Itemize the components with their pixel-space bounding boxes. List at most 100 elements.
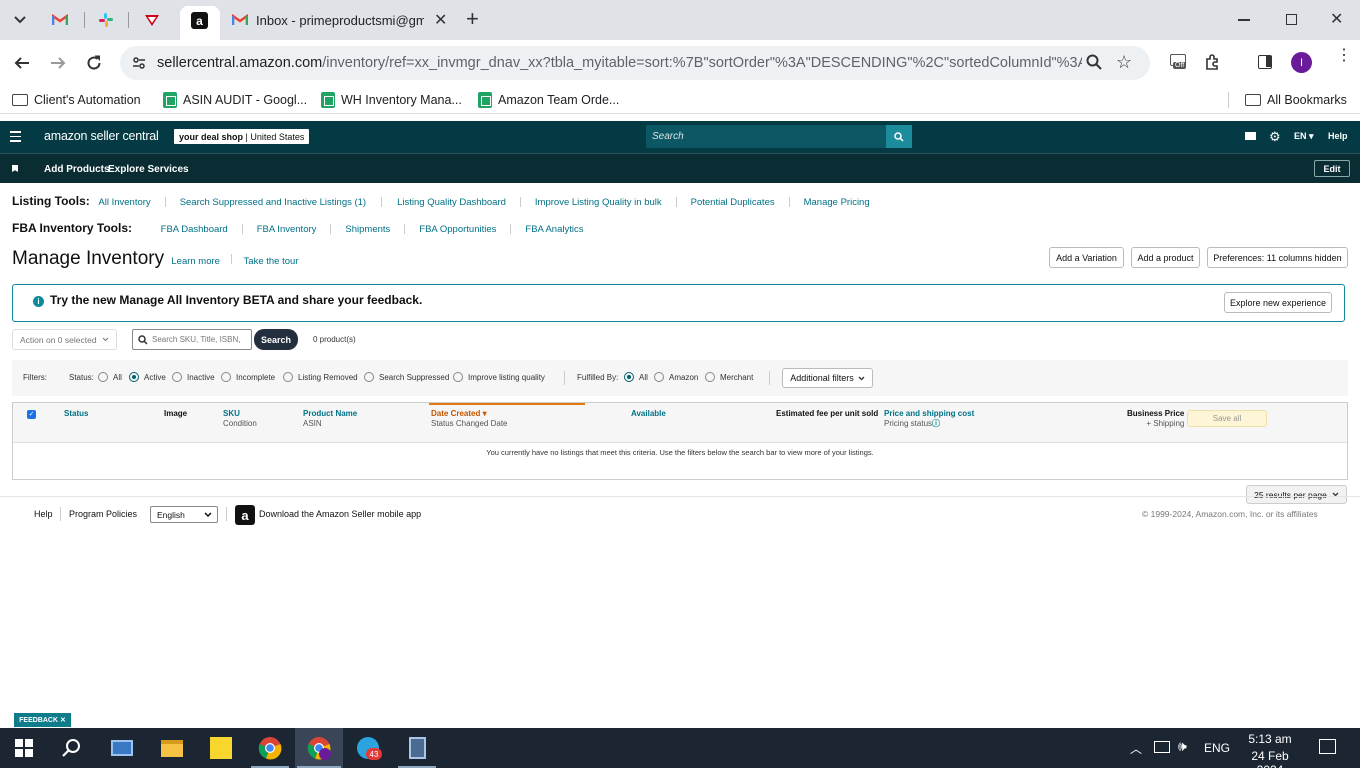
maximize-button[interactable] (1286, 14, 1297, 25)
fba-analytics-link[interactable]: FBA Analytics (525, 224, 583, 235)
status-radio-inactive[interactable]: Inactive (172, 372, 215, 383)
settings-gear-icon[interactable]: ⚙ (1269, 129, 1281, 145)
search-button[interactable] (886, 125, 912, 148)
shipments-link[interactable]: Shipments (345, 224, 390, 235)
program-policies-link[interactable]: Program Policies (69, 509, 137, 519)
bookmark-pin-icon[interactable] (12, 165, 18, 172)
side-panel-icon[interactable] (1258, 55, 1272, 69)
column-price[interactable]: Price and shipping cost Pricing statusⓘ (884, 409, 974, 429)
inventory-search-input[interactable]: Search SKU, Title, ISBN, (132, 329, 252, 350)
improve-listing-link[interactable]: Improve Listing Quality in bulk (535, 197, 662, 208)
minimize-button[interactable] (1238, 19, 1250, 21)
profile-avatar[interactable]: I (1291, 52, 1312, 73)
fba-inventory-link[interactable]: FBA Inventory (257, 224, 317, 235)
telegram-icon[interactable]: 43 (356, 736, 382, 760)
chrome-icon[interactable] (258, 736, 282, 760)
save-all-button[interactable]: Save all (1187, 410, 1267, 427)
manage-pricing-link[interactable]: Manage Pricing (804, 197, 870, 208)
chrome-profile-icon[interactable] (307, 736, 331, 760)
tab-inbox[interactable]: Inbox - primeproductsmi@gma ✕ (224, 6, 456, 34)
status-radio-all[interactable]: All (98, 372, 122, 383)
extensions-puzzle-icon[interactable] (1204, 53, 1222, 74)
mail-icon[interactable] (1245, 132, 1256, 140)
tab-vpn[interactable] (140, 6, 164, 34)
footer-help-link[interactable]: Help (34, 509, 53, 519)
bookmark-asin-audit[interactable]: ASIN AUDIT - Googl... (163, 90, 307, 110)
desktop-app-icon[interactable] (110, 736, 134, 760)
add-variation-button[interactable]: Add a Variation (1049, 247, 1124, 268)
footer-language-select[interactable]: English (150, 506, 218, 523)
close-tab-icon[interactable]: ✕ (434, 10, 447, 30)
column-date-created[interactable]: Date Created ▾ Status Changed Date (431, 409, 508, 429)
calculator-icon[interactable] (405, 736, 429, 760)
file-explorer-icon[interactable] (160, 736, 184, 760)
status-radio-improve-quality[interactable]: Improve listing quality (453, 372, 545, 383)
mobile-app-link[interactable]: Download the Amazon Seller mobile app (259, 509, 421, 519)
back-button[interactable] (9, 50, 35, 76)
all-bookmarks[interactable]: All Bookmarks (1245, 90, 1347, 110)
site-settings-icon[interactable] (132, 56, 146, 74)
browser-menu-icon[interactable]: ⋮ (1336, 48, 1352, 64)
search-suppressed-link[interactable]: Search Suppressed and Inactive Listings … (180, 197, 366, 208)
network-icon[interactable] (1154, 741, 1170, 753)
tab-amazon-active[interactable]: a (180, 6, 220, 40)
search-button[interactable]: Search (254, 329, 298, 350)
tab-gmail-1[interactable] (48, 6, 72, 34)
reload-button[interactable] (81, 50, 107, 76)
zoom-icon[interactable] (1086, 54, 1102, 74)
status-radio-active[interactable]: Active (129, 372, 166, 383)
language-selector[interactable]: EN ▾ (1294, 131, 1314, 142)
all-inventory-link[interactable]: All Inventory (98, 197, 150, 208)
status-radio-search-suppressed[interactable]: Search Suppressed (364, 372, 449, 383)
status-radio-incomplete[interactable]: Incomplete (221, 372, 275, 383)
fulfilled-radio-all[interactable]: All (624, 372, 648, 383)
seller-central-logo[interactable]: amazon seller central (44, 129, 159, 143)
bookmark-amazon-team[interactable]: Amazon Team Orde... (478, 90, 619, 110)
listing-quality-link[interactable]: Listing Quality Dashboard (397, 197, 506, 208)
column-status[interactable]: Status (64, 409, 88, 419)
notifications-icon[interactable] (1319, 739, 1336, 754)
search-icon[interactable] (60, 736, 84, 760)
explore-new-experience-button[interactable]: Explore new experience (1224, 292, 1332, 313)
info-icon[interactable]: ⓘ (932, 419, 940, 428)
new-tab-button[interactable]: + (466, 8, 479, 30)
tray-chevron-up-icon[interactable]: ︿ (1130, 740, 1142, 757)
tab-search-menu-button[interactable] (8, 6, 32, 34)
fulfilled-radio-merchant[interactable]: Merchant (705, 372, 753, 383)
learn-more-link[interactable]: Learn more (171, 256, 220, 267)
tab-slack[interactable] (94, 6, 118, 34)
close-window-button[interactable]: ✕ (1330, 9, 1343, 29)
add-product-button[interactable]: Add a product (1131, 247, 1200, 268)
fba-opportunities-link[interactable]: FBA Opportunities (419, 224, 496, 235)
fulfilled-radio-amazon[interactable]: Amazon (654, 372, 698, 383)
amazon-app-icon[interactable]: a (235, 505, 255, 525)
bookmark-star-icon[interactable]: ☆ (1116, 52, 1132, 73)
preferences-button[interactable]: Preferences: 11 columns hidden (1207, 247, 1348, 268)
shop-selector[interactable]: your deal shop | United States (174, 129, 310, 144)
bookmark-wh-inventory[interactable]: WH Inventory Mana... (321, 90, 462, 110)
hamburger-menu-icon[interactable] (10, 131, 21, 142)
extension-off-icon[interactable]: Off (1170, 54, 1190, 72)
help-link[interactable]: Help (1328, 131, 1348, 141)
bookmark-clients-automation[interactable]: Client's Automation (12, 90, 141, 110)
bulk-action-dropdown[interactable]: Action on 0 selected (12, 329, 117, 350)
column-product-name[interactable]: Product Name ASIN (303, 409, 357, 429)
windows-start-icon[interactable] (12, 736, 36, 760)
explore-services-link[interactable]: Explore Services (108, 164, 189, 175)
feedback-button[interactable]: FEEDBACK ✕ (14, 713, 71, 727)
address-bar[interactable]: sellercentral.amazon.com/inventory/ref=x… (120, 46, 1150, 80)
potential-duplicates-link[interactable]: Potential Duplicates (691, 197, 775, 208)
add-products-link[interactable]: Add Products (44, 164, 110, 175)
input-language[interactable]: ENG (1204, 741, 1230, 755)
clock[interactable]: 5:13 am 24 Feb 2024 (1240, 732, 1300, 777)
edit-nav-button[interactable]: Edit (1314, 160, 1350, 177)
take-tour-link[interactable]: Take the tour (244, 256, 299, 267)
select-all-checkbox[interactable]: ✓ (27, 410, 36, 419)
column-available[interactable]: Available (631, 409, 666, 419)
column-sku[interactable]: SKU Condition (223, 409, 257, 429)
close-icon[interactable]: ✕ (60, 716, 66, 724)
sticky-notes-icon[interactable] (209, 736, 233, 760)
seller-search-input[interactable]: Search (646, 125, 912, 148)
fba-dashboard-link[interactable]: FBA Dashboard (161, 224, 228, 235)
status-radio-listing-removed[interactable]: Listing Removed (283, 372, 358, 383)
